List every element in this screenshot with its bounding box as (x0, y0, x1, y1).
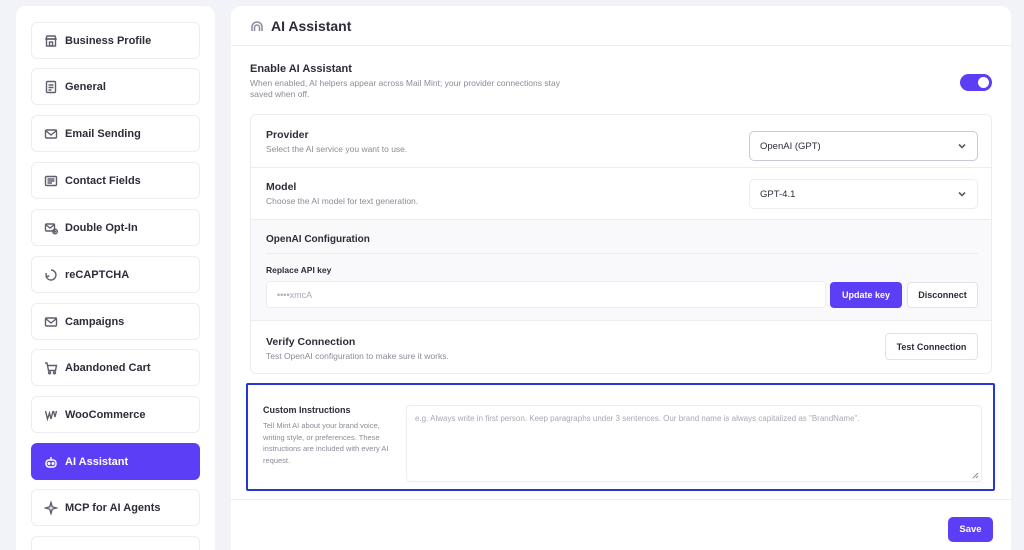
sidebar-item-mcp-for-ai-agents[interactable]: MCP for AI Agents (31, 489, 200, 526)
contact-card-icon (44, 174, 58, 188)
sidebar-item-business-profile[interactable]: Business Profile (31, 22, 200, 59)
sidebar-item-general[interactable]: General (31, 68, 200, 105)
sidebar-item-label: Double Opt-In (65, 221, 138, 234)
enable-ai-description: When enabled, AI helpers appear across M… (250, 78, 560, 99)
verify-title: Verify Connection (266, 336, 356, 348)
model-row: Model Choose the AI model for text gener… (251, 168, 991, 220)
sidebar-item-woocommerce[interactable]: WooCommerce (31, 396, 200, 433)
sidebar-item-ai-assistant[interactable]: AI Assistant (31, 443, 200, 480)
sidebar-item-label: MCP for AI Agents (65, 501, 161, 514)
model-description: Choose the AI model for text generation. (266, 196, 419, 206)
sidebar-item-label: AI Assistant (65, 455, 129, 468)
openai-configuration: OpenAI Configuration Replace API key •••… (251, 220, 991, 321)
sidebar-item-abandoned-cart[interactable]: Abandoned Cart (31, 349, 200, 386)
mail-check-icon (44, 221, 58, 235)
sidebar-item-label: Abandoned Cart (65, 361, 151, 374)
custom-instructions-description: Tell Mint AI about your brand voice, wri… (263, 421, 389, 465)
cart-icon (44, 361, 58, 375)
sidebar-item-partial[interactable] (31, 536, 200, 550)
custom-instructions-textarea[interactable]: e.g. Always write in first person. Keep … (406, 405, 982, 482)
page-title: AI Assistant (271, 17, 352, 34)
sidebar-item-contact-fields[interactable]: Contact Fields (31, 162, 200, 199)
sidebar-item-label: Business Profile (65, 34, 152, 47)
model-title: Model (266, 181, 297, 193)
envelope-icon (44, 127, 58, 141)
api-key-label: Replace API key (266, 265, 332, 275)
ai-robot-icon (44, 455, 58, 469)
sidebar-item-label: General (65, 80, 106, 93)
footer-divider (231, 499, 1011, 500)
document-icon (44, 80, 58, 94)
provider-select-value: OpenAI (GPT) (760, 140, 821, 152)
custom-instructions-section: Custom Instructions Tell Mint AI about y… (246, 383, 995, 491)
sparkle-icon (44, 500, 58, 515)
provider-title: Provider (266, 129, 309, 141)
enable-ai-toggle[interactable] (960, 74, 992, 91)
sidebar-item-label: Contact Fields (65, 174, 141, 187)
settings-sidebar: Business Profile General Email Sending C… (16, 6, 215, 550)
chevron-down-icon (957, 141, 967, 151)
sidebar-item-campaigns[interactable]: Campaigns (31, 303, 200, 340)
provider-row: Provider Select the AI service you want … (251, 115, 991, 168)
custom-instructions-placeholder: e.g. Always write in first person. Keep … (415, 414, 860, 423)
enable-ai-title: Enable AI Assistant (250, 63, 352, 75)
storefront-icon (44, 34, 58, 48)
model-select[interactable]: GPT-4.1 (749, 179, 978, 209)
settings-main-panel: AI Assistant Enable AI Assistant When en… (231, 6, 1011, 550)
sidebar-item-email-sending[interactable]: Email Sending (31, 115, 200, 152)
chevron-down-icon (957, 189, 967, 199)
provider-settings-card: Provider Select the AI service you want … (250, 114, 992, 374)
provider-select[interactable]: OpenAI (GPT) (749, 131, 978, 161)
sidebar-item-label: WooCommerce (65, 408, 146, 421)
page-header: AI Assistant (231, 6, 1011, 46)
woocommerce-icon (44, 408, 58, 422)
sidebar-item-double-opt-in[interactable]: Double Opt-In (31, 209, 200, 246)
model-select-value: GPT-4.1 (760, 188, 796, 200)
verify-description: Test OpenAI configuration to make sure i… (266, 351, 449, 361)
toggle-knob (978, 77, 989, 88)
envelope-icon (44, 315, 58, 329)
update-key-button[interactable]: Update key (830, 282, 902, 308)
recaptcha-icon (44, 268, 58, 282)
api-key-input[interactable]: ••••xmcA (266, 281, 826, 308)
config-divider (266, 253, 978, 254)
disconnect-button[interactable]: Disconnect (907, 282, 978, 308)
custom-instructions-title: Custom Instructions (263, 405, 351, 415)
sidebar-item-recaptcha[interactable]: reCAPTCHA (31, 256, 200, 293)
sidebar-item-label: reCAPTCHA (65, 268, 130, 281)
save-button[interactable]: Save (948, 517, 993, 542)
sidebar-item-label: Campaigns (65, 315, 125, 328)
ai-arc-icon (250, 19, 264, 33)
provider-description: Select the AI service you want to use. (266, 144, 408, 154)
enable-ai-section: Enable AI Assistant When enabled, AI hel… (250, 63, 990, 100)
config-title: OpenAI Configuration (266, 234, 370, 245)
resize-grip-icon[interactable] (972, 472, 979, 479)
sidebar-item-label: Email Sending (65, 127, 141, 140)
test-connection-button[interactable]: Test Connection (885, 333, 978, 360)
